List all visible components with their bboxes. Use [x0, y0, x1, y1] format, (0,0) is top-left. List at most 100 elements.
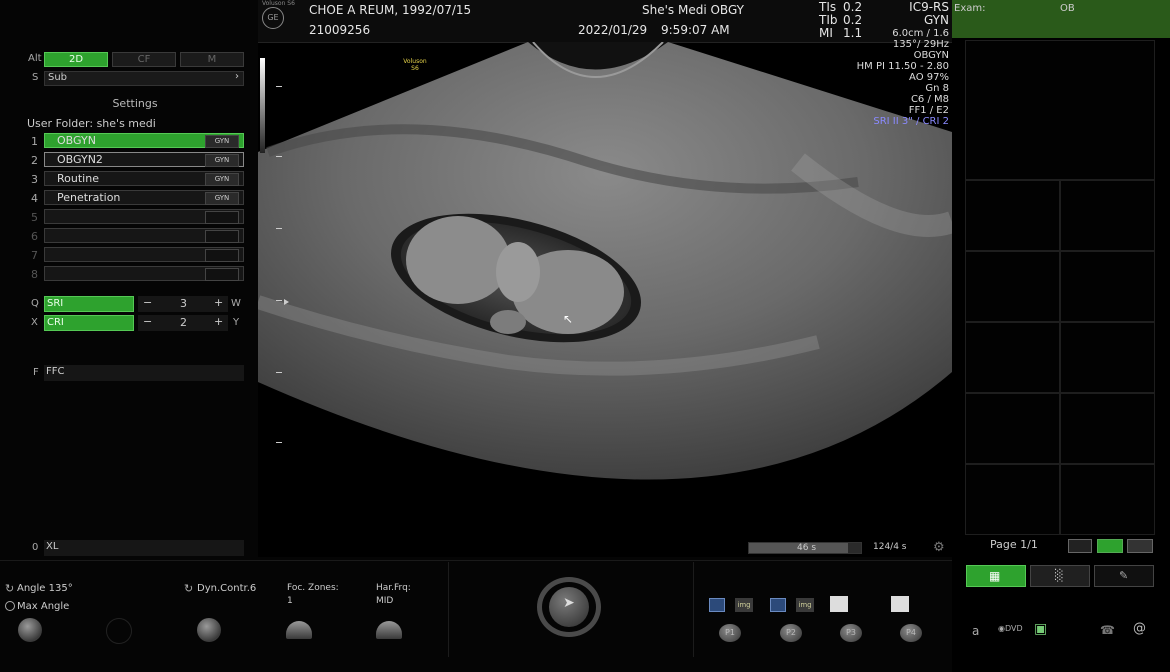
thumbnail-slot[interactable]	[965, 322, 1060, 393]
har-frq-label: Har.Frq:	[376, 583, 411, 593]
save-image-icon[interactable]	[709, 598, 725, 612]
trackball-control[interactable]: ➤	[537, 577, 601, 637]
preset-num: 3	[31, 173, 38, 186]
cri-label: CRI	[47, 317, 64, 328]
save-image-icon[interactable]	[770, 598, 786, 612]
sri-value: 3	[180, 297, 187, 310]
xl-button[interactable]: XL	[44, 540, 244, 556]
minus-icon[interactable]: −	[143, 315, 152, 328]
mode-m-button[interactable]: M	[180, 52, 244, 67]
layout-2x2-icon[interactable]	[1097, 539, 1123, 553]
exam-time: 9:59:07 AM	[661, 23, 730, 37]
har-frq-value: MID	[376, 596, 394, 606]
printer-icon[interactable]	[891, 596, 909, 612]
preset-num: 5	[31, 211, 38, 224]
angle-knob[interactable]	[18, 618, 42, 642]
preset-empty[interactable]	[44, 247, 244, 262]
right-thumbnail-area	[965, 40, 1155, 535]
thumbnail-slot[interactable]	[965, 180, 1060, 251]
thumbnail-slot[interactable]	[1060, 393, 1155, 464]
thumbnail-slot[interactable]	[1060, 251, 1155, 322]
plus-icon[interactable]: +	[214, 296, 223, 309]
info-line-4: AO 97%	[909, 72, 949, 83]
phone-icon[interactable]: ☎	[1100, 623, 1115, 637]
preset-tag: GYN	[205, 173, 239, 186]
thumbnail-slot[interactable]	[1060, 322, 1155, 393]
preset-num: 7	[31, 249, 38, 262]
layout-1x1-icon[interactable]	[1068, 539, 1092, 553]
exam-date: 2022/01/29	[578, 23, 648, 37]
pointer-icon: ➤	[563, 595, 575, 611]
unused-knob	[106, 618, 132, 644]
probe-name: IC9-RS	[909, 0, 949, 14]
preset-label: OBGYN2	[57, 153, 103, 166]
chevron-right-icon: ›	[235, 71, 239, 82]
a-label[interactable]: a	[972, 624, 979, 638]
dvd-label: DVD	[1004, 624, 1023, 633]
rotate-icon: ↻	[184, 582, 194, 595]
sub-menu-button[interactable]: Sub ›	[44, 71, 244, 86]
minus-icon[interactable]: −	[143, 296, 152, 309]
preset-num: 6	[31, 230, 38, 243]
dyn-contr-label: Dyn.Contr.6	[197, 583, 257, 594]
cine-progress-bar[interactable]: 46 s	[748, 542, 862, 554]
layout-3x3-icon[interactable]	[1127, 539, 1153, 553]
preset-label: Routine	[57, 172, 99, 185]
preset-tag	[205, 249, 239, 262]
preset-empty[interactable]	[44, 228, 244, 243]
table-icon: ▦	[989, 569, 1001, 583]
sri-button[interactable]: SRI	[44, 296, 134, 312]
tib-label: TIb	[819, 13, 838, 27]
thumbnail-slot[interactable]	[1060, 464, 1155, 535]
exam-label: Exam:	[954, 3, 986, 14]
bottom-panel	[0, 557, 952, 672]
patient-id: 21009256	[309, 23, 371, 37]
preset-penetration[interactable]: Penetration GYN	[44, 190, 244, 205]
ffc-button[interactable]: FFC	[44, 365, 244, 381]
depth-scale	[276, 86, 282, 446]
p2-button[interactable]: P2	[780, 624, 802, 642]
thumbnail-slot[interactable]	[965, 393, 1060, 464]
sub-label: Sub	[48, 72, 68, 83]
thumbnail-slot[interactable]	[965, 40, 1155, 180]
table-view-button[interactable]: ▦	[966, 565, 1026, 587]
img-icon[interactable]: img	[796, 598, 814, 612]
at-icon[interactable]: @	[1133, 621, 1146, 636]
printer-icon[interactable]	[830, 596, 848, 612]
ultrasound-image[interactable]	[255, 41, 956, 532]
p3-button[interactable]: P3	[840, 624, 862, 642]
sri-stepper[interactable]: − 3 +	[138, 296, 228, 312]
cri-button[interactable]: CRI	[44, 315, 134, 331]
p4-button[interactable]: P4	[900, 624, 922, 642]
thumbnail-slot[interactable]	[965, 464, 1060, 535]
dyn-contr-knob[interactable]	[197, 618, 221, 642]
preset-num: 2	[31, 154, 38, 167]
img-icon[interactable]: img	[735, 598, 753, 612]
edit-icon: ✎	[1119, 569, 1129, 582]
cri-stepper[interactable]: − 2 +	[138, 315, 228, 331]
p1-button[interactable]: P1	[719, 624, 741, 642]
f-label: F	[33, 367, 39, 378]
dvd-icon[interactable]: ◉DVD	[998, 624, 1023, 633]
thumbnail-slot[interactable]	[1060, 180, 1155, 251]
chart-view-button[interactable]: ░	[1030, 565, 1090, 587]
preset-routine[interactable]: Routine GYN	[44, 171, 244, 186]
settings-title: Settings	[112, 97, 158, 110]
plus-icon[interactable]: +	[214, 315, 223, 328]
cine-count: 124/4 s	[873, 542, 907, 552]
preset-label: OBGYN	[57, 134, 96, 147]
clinic-name: She's Medi OBGY	[642, 3, 744, 17]
preset-empty[interactable]	[44, 266, 244, 281]
thumbnail-slot[interactable]	[965, 251, 1060, 322]
info-line-2: OBGYN	[913, 50, 949, 61]
ge-logo: GE	[262, 7, 284, 29]
settings-gear-icon[interactable]: ⚙	[933, 540, 945, 555]
mode-cf-button[interactable]: CF	[112, 52, 176, 67]
info-line-6: C6 / M8	[910, 94, 949, 105]
preset-obgyn2[interactable]: OBGYN2 GYN	[44, 152, 244, 167]
preset-obgyn[interactable]: OBGYN GYN	[44, 133, 244, 148]
mode-2d-button[interactable]: 2D	[44, 52, 108, 67]
preset-empty[interactable]	[44, 209, 244, 224]
network-icon[interactable]: ▣	[1034, 621, 1047, 637]
report-view-button[interactable]: ✎	[1094, 565, 1154, 587]
